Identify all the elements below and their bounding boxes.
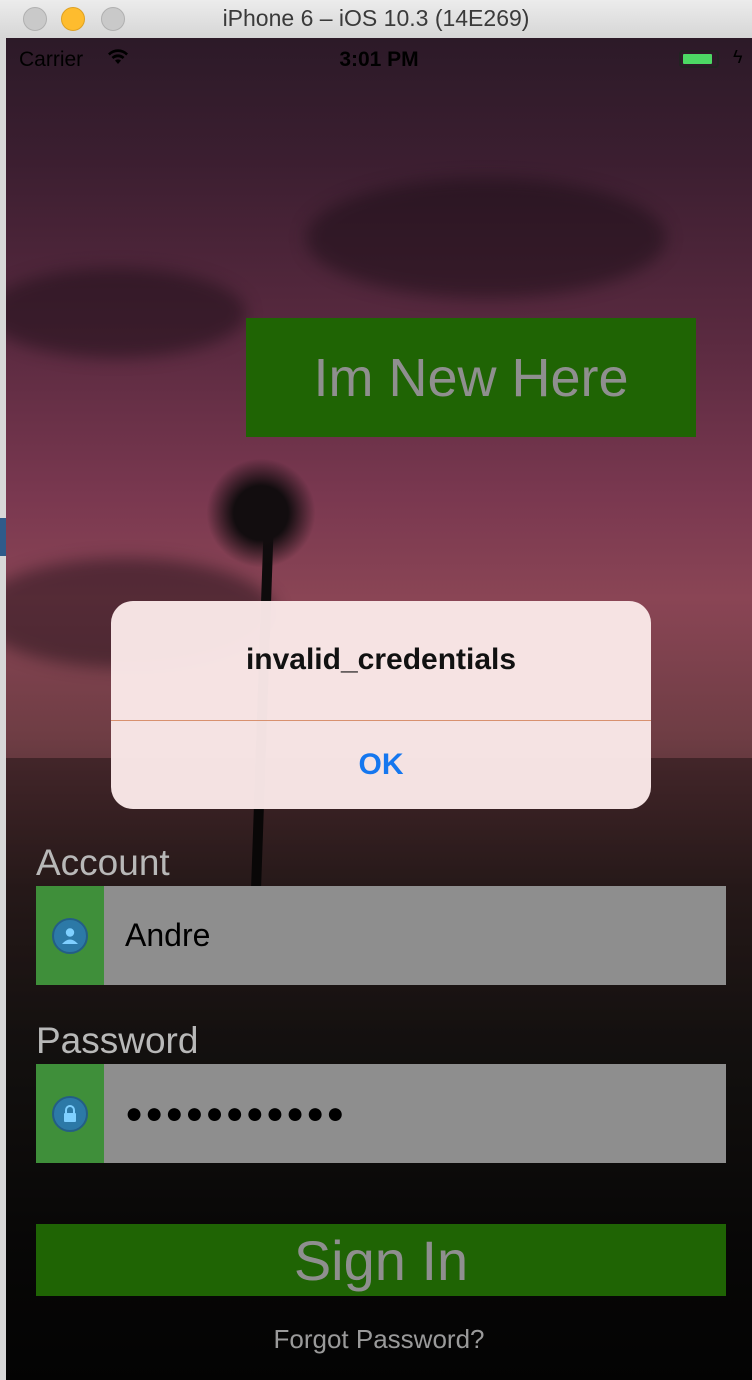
lock-icon-box: [36, 1064, 104, 1163]
window-title: iPhone 6 – iOS 10.3 (14E269): [222, 5, 530, 31]
password-label: Password: [36, 1020, 199, 1061]
im-new-here-button[interactable]: Im New Here: [246, 318, 696, 437]
alert-dialog: invalid_credentials OK: [111, 601, 651, 809]
phone-screen: Carrier 3:01 PM ϟ Im New Here Account An…: [6, 38, 752, 1380]
battery-icon: [679, 50, 719, 68]
palm-tree-crown: [206, 458, 316, 568]
status-time: 3:01 PM: [339, 48, 419, 71]
background-cloud: [306, 178, 666, 298]
password-field[interactable]: ●●●●●●●●●●●: [36, 1064, 726, 1163]
lock-icon: [52, 1095, 88, 1132]
account-label: Account: [36, 842, 170, 883]
charging-bolt-icon: ϟ: [733, 47, 743, 67]
alert-message: invalid_credentials: [245, 643, 517, 676]
account-input[interactable]: Andre: [125, 886, 210, 985]
password-input[interactable]: ●●●●●●●●●●●: [125, 1064, 346, 1163]
status-bar: Carrier 3:01 PM ϟ: [6, 38, 752, 78]
account-field[interactable]: Andre: [36, 886, 726, 985]
user-icon-box: [36, 886, 104, 985]
sign-in-button[interactable]: Sign In: [36, 1224, 726, 1296]
alert-ok-button[interactable]: OK: [111, 721, 651, 809]
simulator-title-bar: iPhone 6 – iOS 10.3 (14E269): [0, 0, 752, 39]
user-icon: [52, 917, 88, 954]
background-cloud: [6, 268, 246, 358]
forgot-password-link[interactable]: Forgot Password?: [6, 1324, 752, 1355]
